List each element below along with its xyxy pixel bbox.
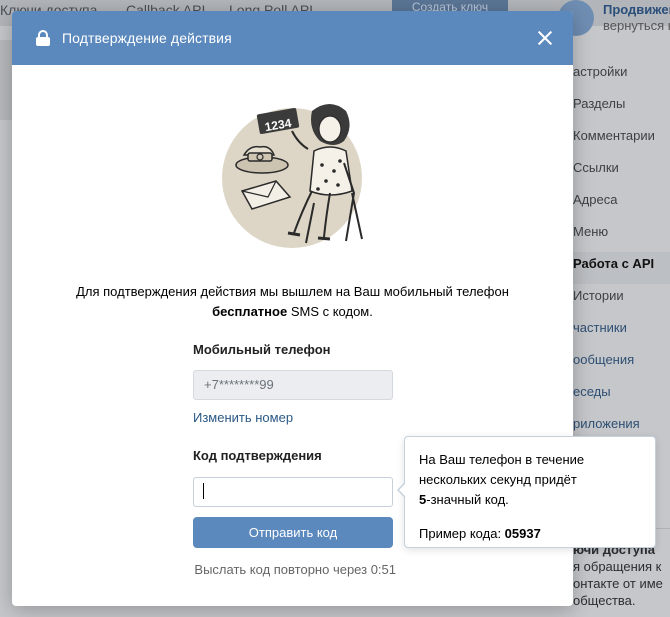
menu-item-sections: Разделы: [573, 96, 626, 111]
description-line-2: бесплатное SMS с кодом.: [12, 302, 573, 322]
back-link: вернуться к: [603, 18, 670, 33]
example-code: 05937: [504, 526, 541, 541]
menu-item-comments: Комментарии: [573, 128, 655, 143]
access-keys-line: я обращения к: [573, 559, 662, 574]
modal-header: Подтверждение действия: [12, 11, 573, 65]
description-bold: бесплатное: [212, 304, 288, 319]
access-keys-line: онтакте от име: [573, 576, 663, 591]
description-line: Для подтверждения действия мы вышлем на …: [76, 284, 509, 299]
send-code-button[interactable]: Отправить код: [193, 517, 393, 548]
menu-item-stories: Истории: [573, 288, 624, 303]
tooltip-line-3: 5-значный код.: [419, 490, 641, 510]
tooltip-line: нескольких секунд придёт: [419, 472, 577, 487]
access-keys-info: ючи доступа я обращения к онтакте от име…: [573, 541, 670, 609]
community-name: Продвижен: [603, 2, 670, 17]
menu-item-links: Ссылки: [573, 160, 619, 175]
tooltip-line-rest: -значный код.: [426, 492, 509, 507]
menu-item-addresses: Адреса: [573, 192, 618, 207]
description-rest: SMS с кодом.: [287, 304, 373, 319]
close-icon[interactable]: [535, 28, 555, 48]
text-cursor: [203, 483, 204, 499]
tooltip-arrow-fill: [399, 484, 405, 496]
sms-illustration: 1234: [222, 104, 363, 248]
phone-label: Мобильный телефон: [193, 342, 331, 357]
tooltip-example: Пример кода: 05937: [419, 524, 641, 544]
lock-icon: [36, 30, 50, 46]
menu-item-menu: Меню: [573, 224, 609, 239]
menu-item-api: Работа с API: [571, 252, 670, 284]
example-label: Пример кода:: [419, 526, 505, 541]
tooltip-line: На Ваш телефон в течение: [419, 452, 585, 467]
phone-field: +7********99: [193, 370, 393, 400]
settings-menu: астройки Разделы Комментарии Ссылки Адре…: [571, 60, 670, 444]
menu-item-settings: астройки: [573, 64, 628, 79]
code-label: Код подтверждения: [193, 448, 322, 463]
change-number-link[interactable]: Изменить номер: [193, 410, 293, 425]
menu-item-messages: ообщения: [573, 352, 635, 367]
menu-item-chats: еседы: [573, 384, 611, 399]
access-keys-line: общества.: [573, 593, 636, 608]
resend-timer: Выслать код повторно через 0:51: [194, 562, 396, 577]
menu-item-members: частники: [573, 320, 627, 335]
modal-title: Подтверждение действия: [62, 30, 232, 46]
code-hint-tooltip: На Ваш телефон в течение нескольких секу…: [404, 436, 656, 548]
modal-description: Для подтверждения действия мы вышлем на …: [12, 282, 573, 322]
confirmation-code-input[interactable]: [193, 477, 393, 507]
background-panel: [0, 40, 12, 120]
